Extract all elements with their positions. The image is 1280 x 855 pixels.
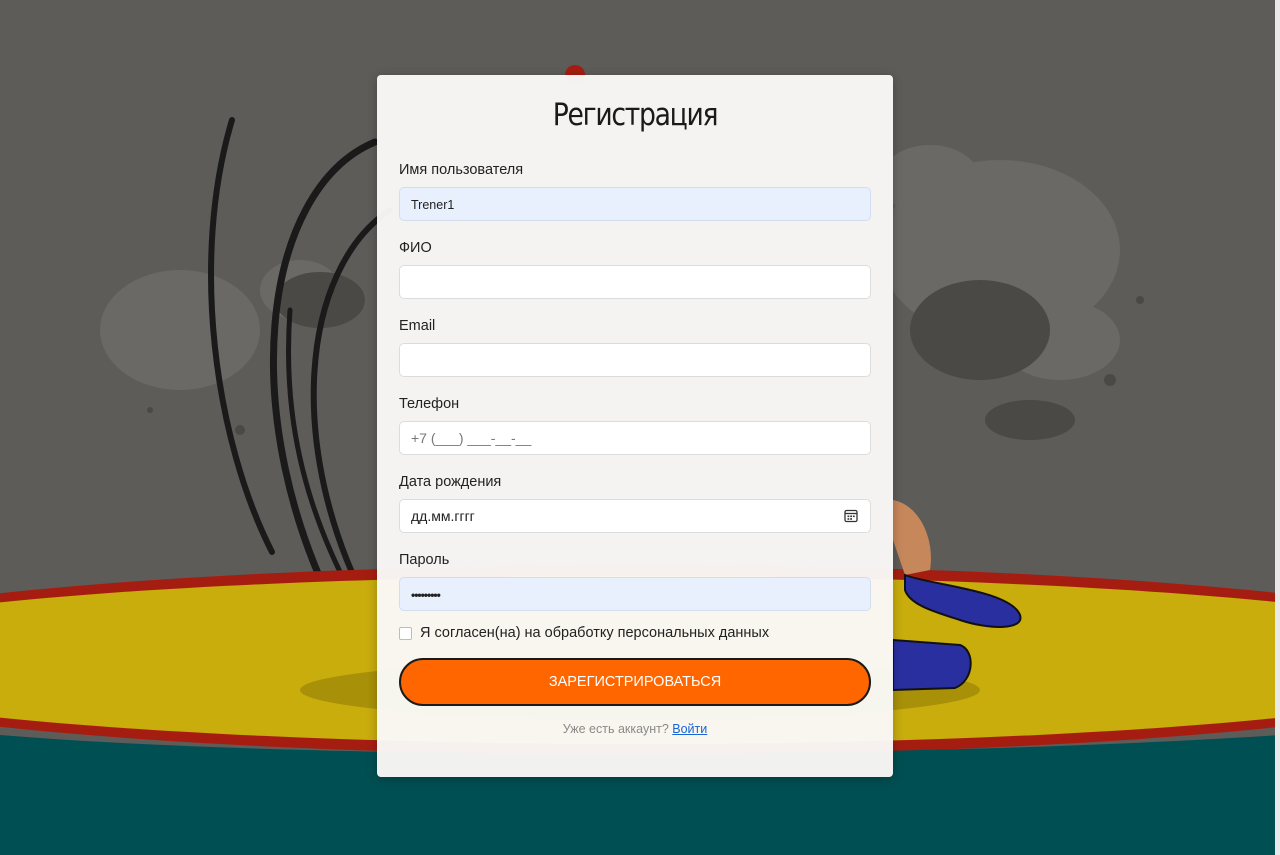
password-value: ••••••••• xyxy=(411,588,441,602)
login-prompt: Уже есть аккаунт? xyxy=(562,722,669,736)
password-label: Пароль xyxy=(399,552,450,568)
fullname-field-group: ФИО xyxy=(399,239,871,299)
consent-label[interactable]: Я согласен(на) на обработку персональных… xyxy=(420,625,769,641)
username-value: Trener1 xyxy=(411,198,455,212)
login-link[interactable]: Войти xyxy=(672,722,707,736)
phone-input[interactable]: +7 (___) ___-__-__ xyxy=(399,421,871,455)
phone-placeholder: +7 (___) ___-__-__ xyxy=(411,430,532,446)
username-label: Имя пользователя xyxy=(399,162,524,178)
password-input[interactable]: ••••••••• xyxy=(399,577,871,611)
registration-card: Регистрация Имя пользователя Trener1 ФИО… xyxy=(377,75,893,777)
phone-label: Телефон xyxy=(399,396,460,412)
birthdate-input[interactable]: дд.мм.гггг xyxy=(399,499,871,533)
password-field-group: Пароль ••••••••• xyxy=(399,551,871,611)
phone-field-group: Телефон +7 (___) ___-__-__ xyxy=(399,395,871,455)
consent-checkbox[interactable] xyxy=(399,626,412,640)
email-field-group: Email xyxy=(399,317,871,377)
fullname-label: ФИО xyxy=(399,240,432,256)
form-title: Регистрация xyxy=(552,97,719,133)
fullname-input[interactable] xyxy=(399,265,871,299)
login-prompt-row: Уже есть аккаунт? Войти xyxy=(377,722,893,736)
birthdate-value: дд.мм.гггг xyxy=(411,508,475,524)
birthdate-label: Дата рождения xyxy=(399,474,502,490)
consent-row: Я согласен(на) на обработку персональных… xyxy=(399,624,769,642)
email-input[interactable] xyxy=(399,343,871,377)
calendar-icon[interactable] xyxy=(844,509,858,523)
username-input[interactable]: Trener1 xyxy=(399,187,871,221)
birthdate-field-group: Дата рождения дд.мм.гггг xyxy=(399,473,871,533)
username-field-group: Имя пользователя Trener1 xyxy=(399,161,871,221)
page: Регистрация Имя пользователя Trener1 ФИО… xyxy=(0,0,1280,855)
register-button[interactable]: ЗАРЕГИСТРИРОВАТЬСЯ xyxy=(399,658,871,706)
email-label: Email xyxy=(399,318,436,334)
